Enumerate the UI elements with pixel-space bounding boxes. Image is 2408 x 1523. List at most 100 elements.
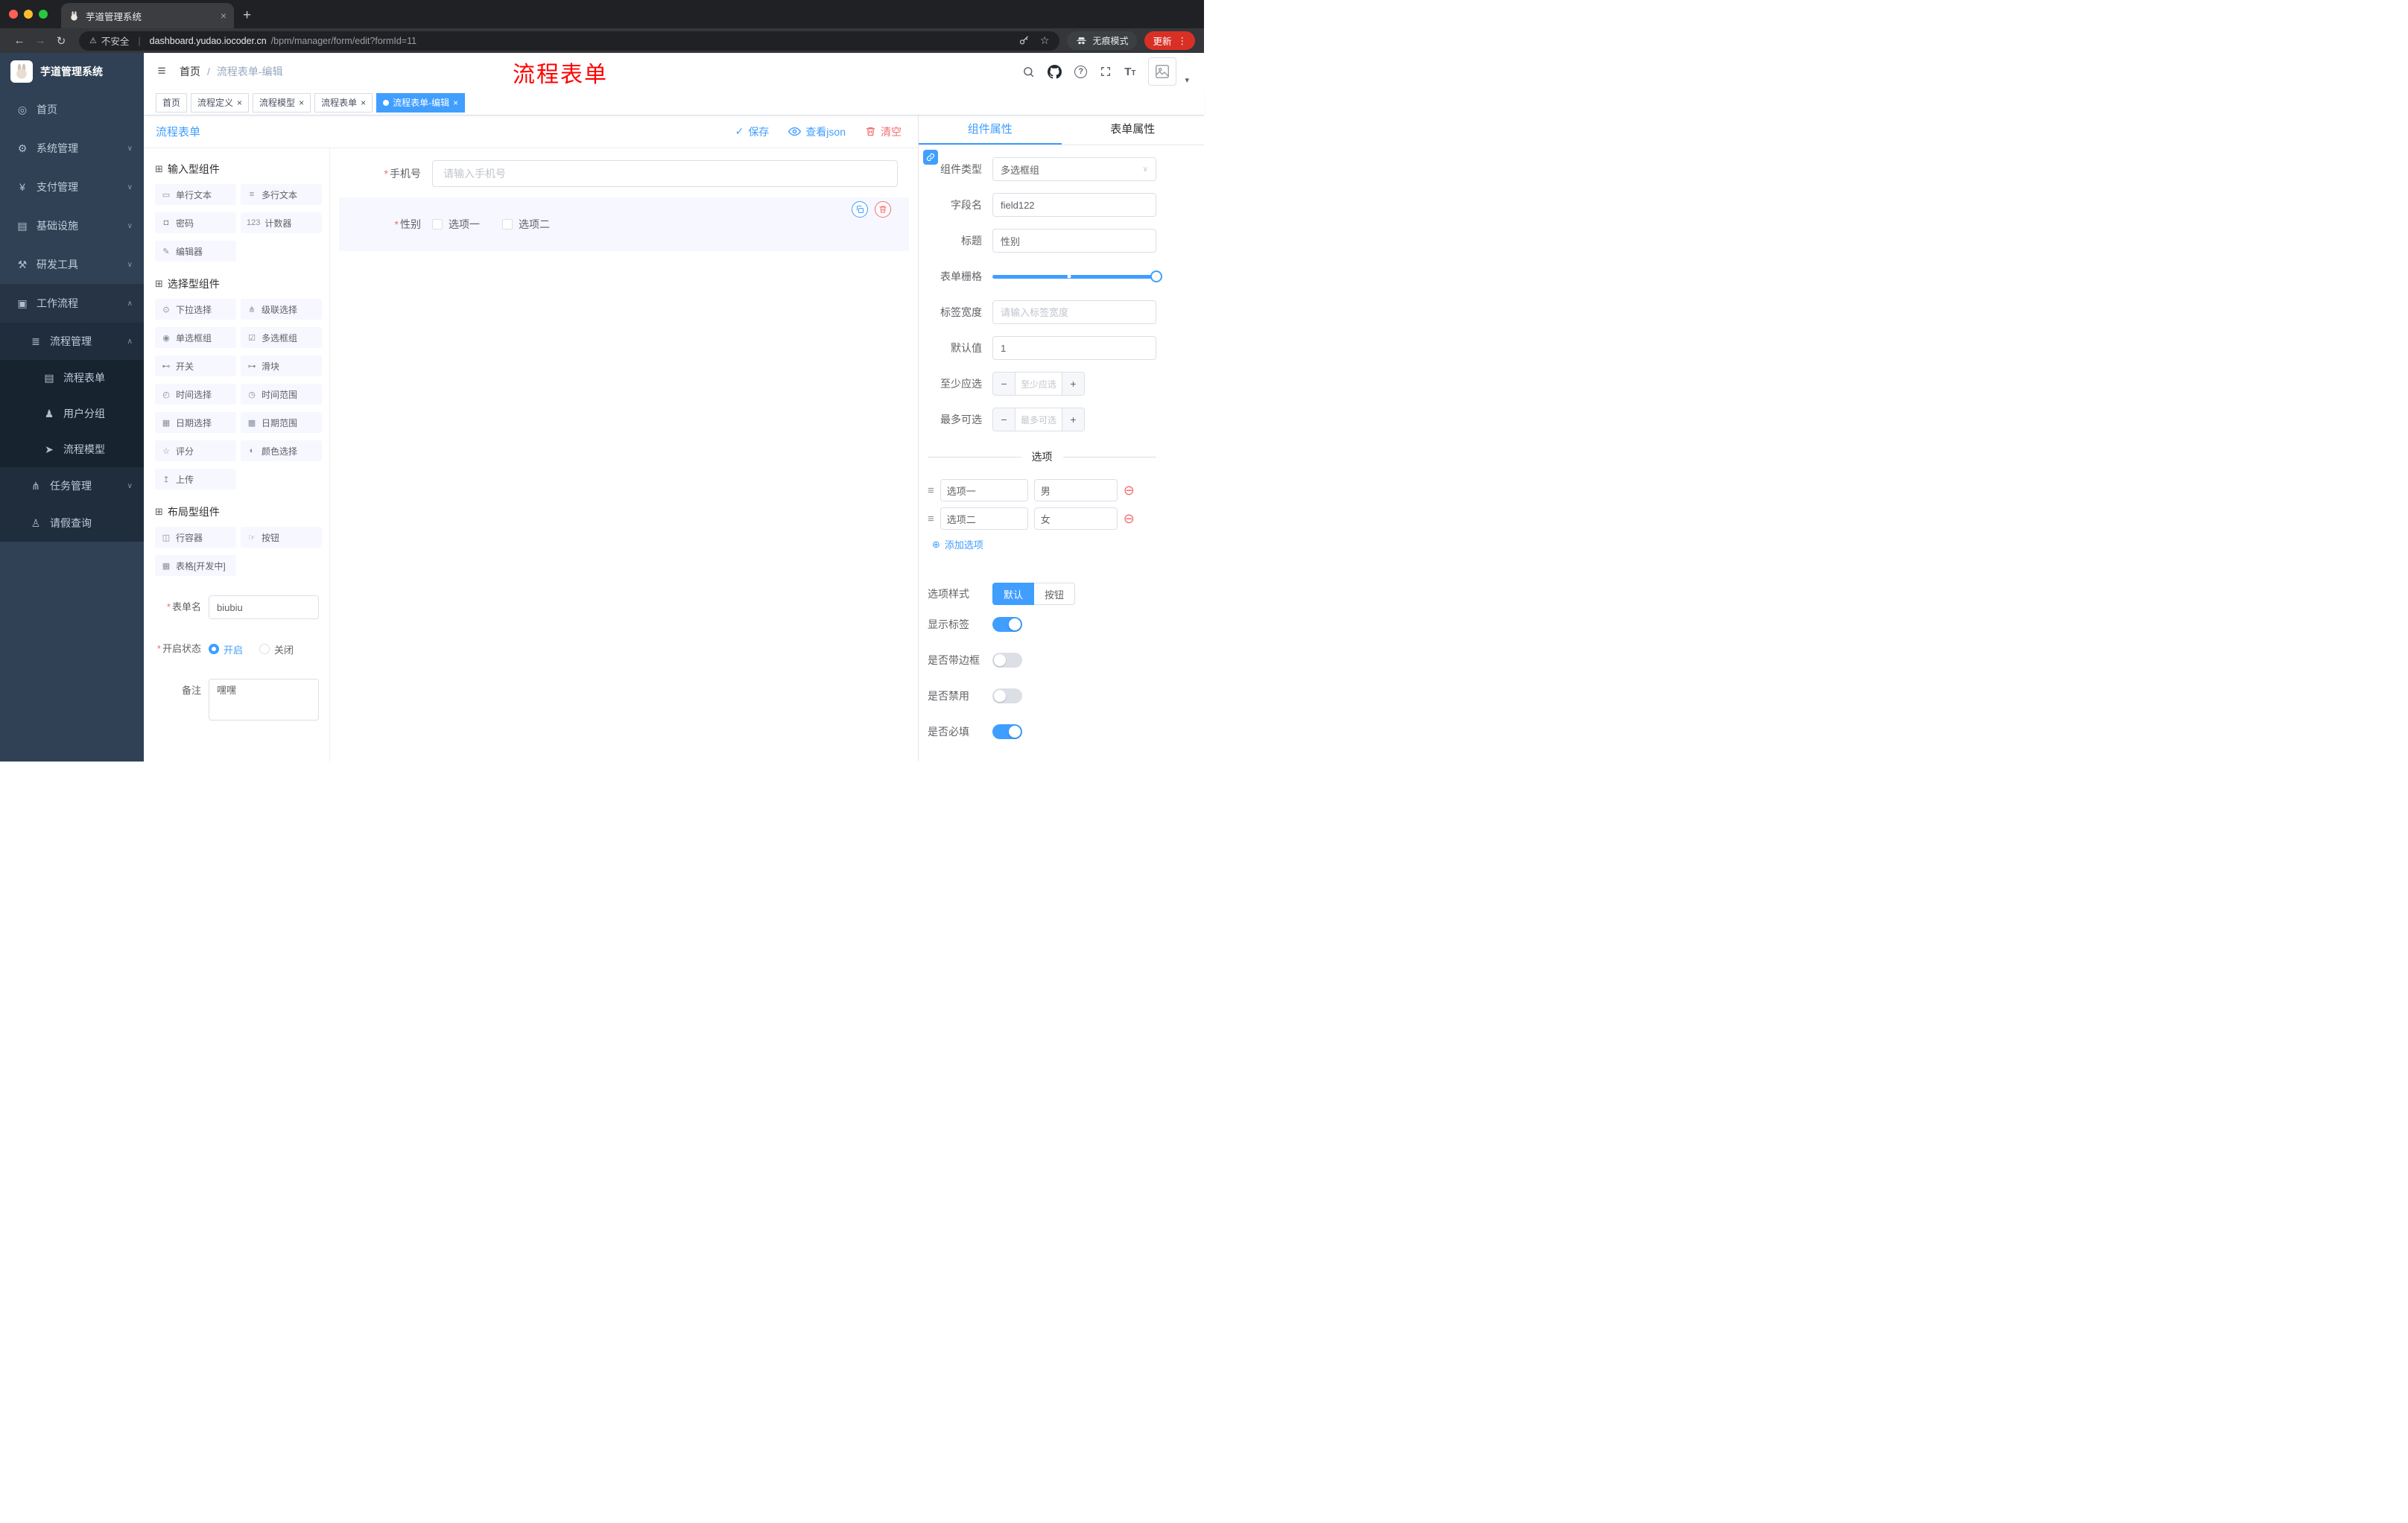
stepper-placeholder[interactable]: 最多可选 [1016,408,1062,431]
label-width-input[interactable] [992,300,1156,324]
component-switch[interactable]: ⊷ 开关 [155,355,236,376]
default-value-input[interactable] [992,336,1156,360]
new-tab-button[interactable]: + [243,7,251,24]
component-rate[interactable]: ☆ 评分 [155,440,236,461]
stepper-minus-icon[interactable]: − [993,373,1016,395]
stepper-placeholder[interactable]: 至少应选 [1016,373,1062,395]
sidebar-item-system-management[interactable]: ⚙ 系统管理 ∨ [0,129,144,168]
remove-option-icon[interactable]: ⊖ [1124,484,1135,497]
component-upload[interactable]: ↥ 上传 [155,469,236,490]
browser-update-button[interactable]: 更新 ⋮ [1144,31,1195,50]
form-remark-textarea[interactable]: 嘿嘿 [209,679,319,721]
security-warning-icon[interactable]: ⚠ [89,36,97,45]
stepper-plus-icon[interactable]: + [1062,373,1084,395]
tag-close-icon[interactable]: × [361,98,366,108]
option-value-input[interactable] [1033,507,1118,530]
stepper-plus-icon[interactable]: + [1062,408,1084,431]
component-date-range[interactable]: ▩ 日期范围 [241,412,322,433]
window-minimize-button[interactable] [24,10,33,19]
checkbox-option-2[interactable]: 选项二 [502,217,550,232]
copy-field-button[interactable] [852,201,868,218]
required-switch[interactable] [992,724,1022,739]
slider-handle[interactable] [1150,270,1162,282]
tag-process-model[interactable]: 流程模型 × [253,92,311,113]
tab-close-icon[interactable]: × [221,10,226,22]
tag-process-form[interactable]: 流程表单 × [314,92,373,113]
tag-process-definition[interactable]: 流程定义 × [191,92,250,113]
component-table-wip[interactable]: ▦ 表格[开发中] [155,555,236,576]
component-cascader[interactable]: ⋔ 级联选择 [241,299,322,320]
tag-close-icon[interactable]: × [237,98,242,108]
component-date-picker[interactable]: ▦ 日期选择 [155,412,236,433]
field-name-input[interactable] [992,193,1156,217]
avatar-caret-down-icon[interactable]: ▾ [1185,75,1189,85]
component-slider[interactable]: ⊶ 滑块 [241,355,322,376]
component-counter[interactable]: 123 计数器 [241,212,322,233]
component-multi-line-text[interactable]: ≡ 多行文本 [241,184,322,205]
sidebar-item-home[interactable]: ◎ 首页 [0,90,144,129]
component-dropdown-select[interactable]: ⊙ 下拉选择 [155,299,236,320]
address-bar[interactable]: ⚠ 不安全 | dashboard.yudao.iocoder.cn/bpm/m… [79,31,1060,51]
add-option-button[interactable]: ⊕ 添加选项 [932,537,1156,551]
sidebar-item-process-management[interactable]: ≣ 流程管理 ∧ [0,323,144,360]
component-time-range[interactable]: ◷ 时间范围 [241,384,322,405]
sidebar-item-task-management[interactable]: ⋔ 任务管理 ∨ [0,467,144,504]
reload-icon[interactable]: ↻ [51,34,72,48]
tab-component-props[interactable]: 组件属性 [919,115,1062,145]
checkbox-option-1[interactable]: 选项一 [432,217,480,232]
show-label-switch[interactable] [992,617,1022,632]
sidebar-item-user-group[interactable]: ♟ 用户分组 [0,396,144,431]
disabled-switch[interactable] [992,688,1022,703]
title-input[interactable] [992,229,1156,253]
delete-field-button[interactable] [875,201,891,218]
component-single-line-text[interactable]: ▭ 单行文本 [155,184,236,205]
phone-input[interactable] [432,160,898,187]
remove-option-icon[interactable]: ⊖ [1124,512,1135,525]
doc-link-icon[interactable] [923,150,938,165]
stepper-minus-icon[interactable]: − [993,408,1016,431]
tab-form-props[interactable]: 表单属性 [1062,115,1205,145]
sidebar-item-workflow[interactable]: ▣ 工作流程 ∧ [0,284,144,323]
bookmark-star-icon[interactable]: ☆ [1040,34,1050,47]
option-label-input[interactable] [940,507,1028,530]
style-default-button[interactable]: 默认 [992,583,1035,605]
component-button[interactable]: ☞ 按钮 [241,527,322,548]
password-key-icon[interactable] [1018,35,1030,46]
component-radio-group[interactable]: ◉ 单选框组 [155,327,236,348]
breadcrumb-home[interactable]: 首页 [180,64,200,79]
drag-handle-icon[interactable]: ≡ [928,513,934,525]
sidebar-toggle-icon[interactable]: ≡ [144,63,180,80]
github-icon[interactable] [1048,64,1062,79]
component-checkbox-group[interactable]: ☑ 多选框组 [241,327,322,348]
radio-disabled[interactable]: 关闭 [259,642,294,656]
window-close-button[interactable] [9,10,18,19]
phone-field-row[interactable]: * 手机号 [339,160,909,187]
sidebar-item-process-form[interactable]: ▤ 流程表单 [0,360,144,396]
component-time-picker[interactable]: ◴ 时间选择 [155,384,236,405]
save-button[interactable]: ✓ 保存 [735,124,770,139]
font-size-icon[interactable]: TT [1124,66,1135,78]
sidebar-item-dev-tools[interactable]: ⚒ 研发工具 ∨ [0,245,144,284]
component-color-picker[interactable]: ◐ 颜色选择 [241,440,322,461]
sidebar-item-payment-management[interactable]: ¥ 支付管理 ∨ [0,168,144,206]
search-icon[interactable] [1022,66,1035,78]
form-name-input[interactable] [209,595,319,619]
tag-process-form-edit[interactable]: 流程表单-编辑 × [376,92,466,113]
fullscreen-icon[interactable] [1100,66,1112,77]
view-json-button[interactable]: 查看json [788,124,846,139]
form-grid-slider[interactable] [992,265,1162,288]
sidebar-item-infrastructure[interactable]: ▤ 基础设施 ∨ [0,206,144,245]
border-switch[interactable] [992,653,1022,668]
style-button-button[interactable]: 按钮 [1034,583,1076,605]
browser-tab[interactable]: 芋道管理系统 × [61,3,234,28]
sidebar-item-process-model[interactable]: ➤ 流程模型 [0,431,144,467]
tag-close-icon[interactable]: × [299,98,304,108]
window-zoom-button[interactable] [39,10,48,19]
back-icon[interactable]: ← [9,34,30,47]
help-icon[interactable]: ? [1074,65,1088,78]
component-editor[interactable]: ✎ 编辑器 [155,241,236,262]
tag-home[interactable]: 首页 [156,92,188,113]
drag-handle-icon[interactable]: ≡ [928,484,934,497]
radio-enabled[interactable]: 开启 [209,642,243,656]
option-value-input[interactable] [1033,479,1118,501]
